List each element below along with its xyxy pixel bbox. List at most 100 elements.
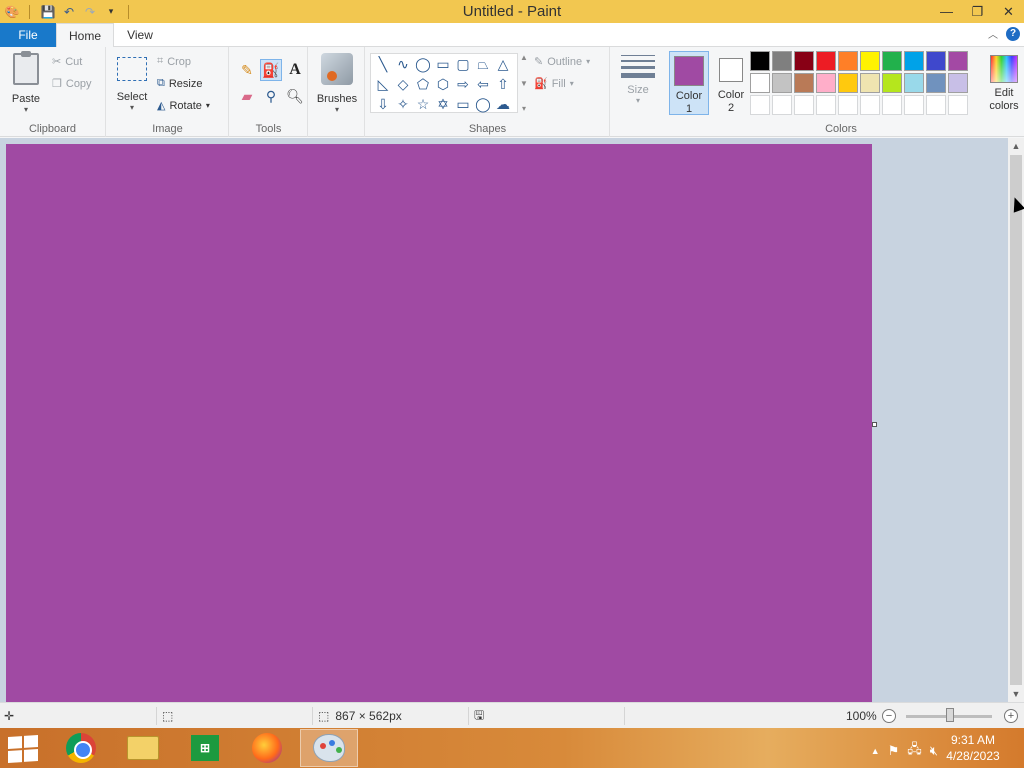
- save-icon[interactable]: 💾: [39, 3, 57, 21]
- four-point-star-shape-icon[interactable]: ✧: [393, 94, 413, 114]
- palette-color-swatch[interactable]: [948, 51, 968, 71]
- text-icon[interactable]: A: [284, 59, 306, 81]
- hexagon-shape-icon[interactable]: ⬡: [433, 74, 453, 94]
- palette-custom-color-slot[interactable]: [926, 95, 946, 115]
- paint-app-icon[interactable]: 🎨: [3, 3, 21, 21]
- action-center-flag-icon[interactable]: ⚑: [888, 743, 900, 759]
- right-triangle-shape-icon[interactable]: ◺: [373, 74, 393, 94]
- windows-start-icon[interactable]: [8, 734, 38, 764]
- rounded-rectangle-shape-icon[interactable]: ▢: [453, 54, 473, 74]
- system-clock[interactable]: 9:31 AM 4/28/2023: [938, 732, 1008, 764]
- zoom-in-button[interactable]: +: [1004, 709, 1018, 723]
- network-icon[interactable]: 🖧: [907, 740, 922, 762]
- palette-color-swatch[interactable]: [816, 51, 836, 71]
- palette-custom-color-slot[interactable]: [860, 95, 880, 115]
- customize-qat-icon[interactable]: ▾: [102, 3, 120, 21]
- show-hidden-icons-icon[interactable]: ▲: [871, 746, 880, 756]
- palette-custom-color-slot[interactable]: [772, 95, 792, 115]
- help-icon[interactable]: ?: [1006, 26, 1020, 41]
- taskbar-paint[interactable]: [300, 729, 358, 767]
- callout-cloud-shape-icon[interactable]: ☁: [493, 94, 513, 114]
- diamond-shape-icon[interactable]: ◇: [393, 74, 413, 94]
- brushes-button[interactable]: Brushes ▾: [313, 53, 361, 114]
- magnifier-icon[interactable]: 🔍︎: [284, 85, 306, 107]
- palette-color-swatch[interactable]: [860, 51, 880, 71]
- paste-button[interactable]: Paste ▾: [8, 51, 44, 114]
- tab-home[interactable]: Home: [56, 23, 114, 48]
- line-shape-icon[interactable]: ╲: [373, 54, 393, 74]
- scroll-up-icon[interactable]: ▲: [520, 53, 528, 62]
- five-point-star-shape-icon[interactable]: ☆: [413, 94, 433, 114]
- palette-color-swatch[interactable]: [860, 73, 880, 93]
- restore-button[interactable]: ❐: [962, 0, 993, 23]
- palette-custom-color-slot[interactable]: [794, 95, 814, 115]
- minimize-button[interactable]: —: [931, 0, 962, 23]
- zoom-out-button[interactable]: −: [882, 709, 896, 723]
- palette-color-swatch[interactable]: [838, 51, 858, 71]
- oval-shape-icon[interactable]: ◯: [413, 54, 433, 74]
- color1-button[interactable]: Color 1: [669, 51, 709, 115]
- palette-color-swatch[interactable]: [882, 73, 902, 93]
- tab-file[interactable]: File: [0, 23, 56, 47]
- tab-view[interactable]: View: [117, 23, 163, 48]
- taskbar-firefox[interactable]: [238, 729, 296, 767]
- palette-custom-color-slot[interactable]: [838, 95, 858, 115]
- color2-button[interactable]: Color 2: [711, 51, 751, 115]
- palette-color-swatch[interactable]: [926, 73, 946, 93]
- palette-custom-color-slot[interactable]: [882, 95, 902, 115]
- canvas-resize-handle-right[interactable]: [872, 422, 877, 427]
- palette-color-swatch[interactable]: [794, 51, 814, 71]
- palette-color-swatch[interactable]: [750, 73, 770, 93]
- up-arrow-shape-icon[interactable]: ⇧: [493, 74, 513, 94]
- scroll-down-arrow-icon[interactable]: ▼: [1008, 686, 1024, 702]
- palette-color-swatch[interactable]: [904, 51, 924, 71]
- curve-shape-icon[interactable]: ∿: [393, 54, 413, 74]
- taskbar-chrome[interactable]: [52, 729, 110, 767]
- vertical-scrollbar[interactable]: ▲ ▼: [1008, 138, 1024, 702]
- six-point-star-shape-icon[interactable]: ✡: [433, 94, 453, 114]
- scroll-up-arrow-icon[interactable]: ▲: [1008, 138, 1024, 154]
- outline-button[interactable]: ✎ Outline ▾: [534, 55, 590, 69]
- cut-button[interactable]: ✂ Cut: [52, 55, 82, 69]
- fill-button[interactable]: ⛽ Fill ▾: [534, 77, 574, 91]
- scrollbar-thumb[interactable]: [1010, 155, 1022, 685]
- left-arrow-shape-icon[interactable]: ⇦: [473, 74, 493, 94]
- undo-icon[interactable]: ↶: [60, 3, 78, 21]
- palette-custom-color-slot[interactable]: [904, 95, 924, 115]
- right-arrow-shape-icon[interactable]: ⇨: [453, 74, 473, 94]
- volume-muted-icon[interactable]: 🔇︎: [930, 743, 938, 759]
- polygon-shape-icon[interactable]: ⏢: [473, 54, 493, 74]
- palette-color-swatch[interactable]: [794, 73, 814, 93]
- taskbar-store[interactable]: ⊞: [176, 729, 234, 767]
- resize-button[interactable]: ⧉ Resize: [157, 77, 202, 90]
- expand-gallery-icon[interactable]: ▾: [522, 104, 526, 113]
- copy-button[interactable]: ❐ Copy: [52, 77, 92, 91]
- pentagon-shape-icon[interactable]: ⬠: [413, 74, 433, 94]
- redo-icon[interactable]: ↷: [81, 3, 99, 21]
- palette-color-swatch[interactable]: [904, 73, 924, 93]
- palette-custom-color-slot[interactable]: [750, 95, 770, 115]
- palette-color-swatch[interactable]: [772, 51, 792, 71]
- palette-custom-color-slot[interactable]: [948, 95, 968, 115]
- zoom-slider-thumb[interactable]: [946, 708, 954, 722]
- color-picker-icon[interactable]: ⚲: [260, 85, 282, 107]
- drawing-canvas[interactable]: [6, 144, 872, 702]
- palette-color-swatch[interactable]: [926, 51, 946, 71]
- chevron-up-icon[interactable]: ︿: [988, 26, 998, 41]
- select-button[interactable]: Select ▾: [115, 57, 149, 112]
- palette-color-swatch[interactable]: [882, 51, 902, 71]
- palette-color-swatch[interactable]: [772, 73, 792, 93]
- crop-button[interactable]: ⌗ Crop: [157, 55, 191, 68]
- palette-color-swatch[interactable]: [948, 73, 968, 93]
- palette-color-swatch[interactable]: [750, 51, 770, 71]
- taskbar-file-explorer[interactable]: [114, 729, 172, 767]
- triangle-shape-icon[interactable]: △: [493, 54, 513, 74]
- fill-icon[interactable]: ⛽: [260, 59, 282, 81]
- close-button[interactable]: ✕: [993, 0, 1024, 23]
- rotate-button[interactable]: ◭ Rotate ▾: [157, 99, 210, 113]
- palette-color-swatch[interactable]: [838, 73, 858, 93]
- eraser-icon[interactable]: ▰: [236, 85, 258, 107]
- callout-oval-shape-icon[interactable]: ◯: [473, 94, 493, 114]
- down-arrow-shape-icon[interactable]: ⇩: [373, 94, 393, 114]
- callout-rectangle-shape-icon[interactable]: ▭: [453, 94, 473, 114]
